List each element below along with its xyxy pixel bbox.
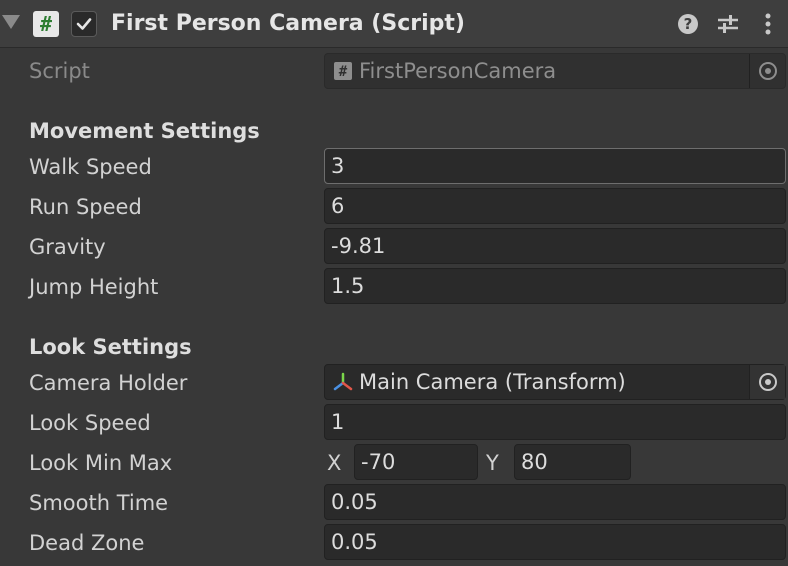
foldout-arrow-icon[interactable] <box>2 15 20 29</box>
look-min-input[interactable]: -70 <box>354 444 478 480</box>
script-icon: # <box>33 11 59 37</box>
help-icon[interactable]: ? <box>676 12 700 36</box>
look-min-max-label: Look Min Max <box>29 451 173 475</box>
jump-height-label: Jump Height <box>29 275 159 299</box>
script-value: FirstPersonCamera <box>359 59 557 83</box>
script-label: Script <box>29 59 90 83</box>
jump-height-input[interactable]: 1.5 <box>324 268 786 304</box>
camera-holder-field[interactable]: Main Camera (Transform) <box>324 364 786 400</box>
walk-speed-label: Walk Speed <box>29 155 152 179</box>
camera-holder-value: Main Camera (Transform) <box>359 370 626 394</box>
y-axis-label[interactable]: Y <box>486 449 499 477</box>
run-speed-input[interactable]: 6 <box>324 188 786 224</box>
gravity-input[interactable]: -9.81 <box>324 228 786 264</box>
run-speed-label: Run Speed <box>29 195 142 219</box>
look-speed-input[interactable]: 1 <box>324 404 786 440</box>
gravity-label: Gravity <box>29 235 106 259</box>
target-icon <box>758 62 777 80</box>
smooth-time-input[interactable]: 0.05 <box>324 484 786 520</box>
checkmark-icon <box>76 18 92 30</box>
component-title: First Person Camera (Script) <box>111 11 465 36</box>
kebab-menu-icon[interactable] <box>756 12 780 36</box>
dead-zone-input[interactable]: 0.05 <box>324 524 786 560</box>
component-enabled-checkbox[interactable] <box>71 11 97 37</box>
dead-zone-label: Dead Zone <box>29 531 145 555</box>
component-header: # First Person Camera (Script) ? <box>0 0 788 48</box>
transform-icon <box>333 372 353 391</box>
look-settings-header: Look Settings <box>29 335 192 359</box>
walk-speed-input[interactable]: 3 <box>324 148 786 184</box>
object-picker-button <box>749 54 785 88</box>
smooth-time-label: Smooth Time <box>29 491 169 515</box>
camera-holder-label: Camera Holder <box>29 371 188 395</box>
script-field: # FirstPersonCamera <box>324 53 786 89</box>
movement-settings-header: Movement Settings <box>29 119 260 143</box>
look-speed-label: Look Speed <box>29 411 151 435</box>
svg-text:#: # <box>339 64 348 80</box>
object-picker-button[interactable] <box>749 365 785 399</box>
target-icon <box>758 373 777 391</box>
x-axis-label[interactable]: X <box>327 449 341 477</box>
sliders-icon[interactable] <box>716 12 740 36</box>
script-file-icon: # <box>334 62 352 80</box>
svg-text:?: ? <box>684 15 693 33</box>
look-max-input[interactable]: 80 <box>514 444 631 480</box>
